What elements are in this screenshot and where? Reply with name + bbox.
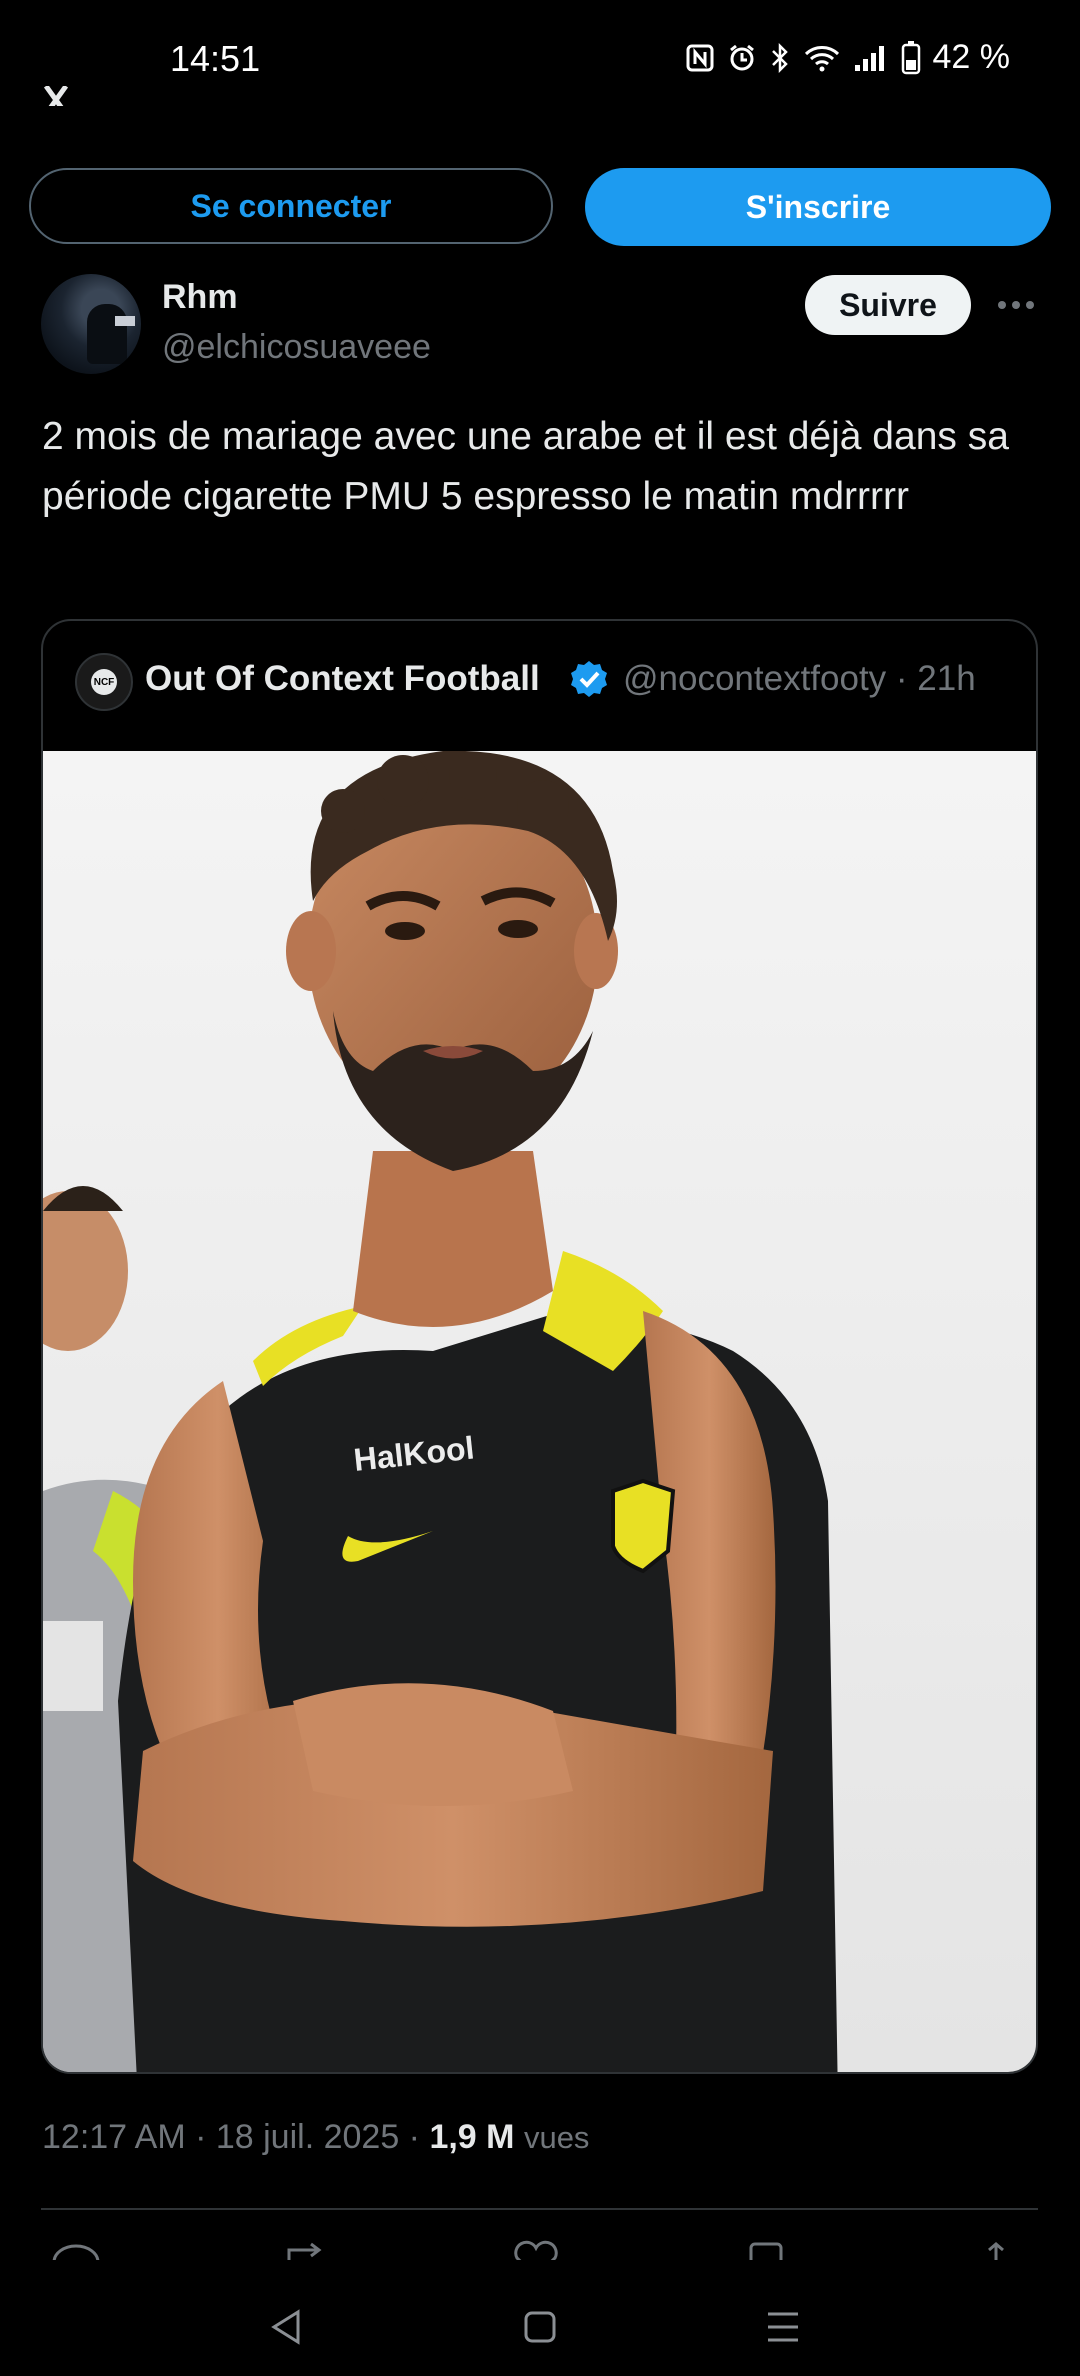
quoted-tweet-photo[interactable]: HalKool	[43, 751, 1036, 2072]
quoted-author-handle-time: @nocontextfooty · 21h	[623, 659, 976, 698]
home-nav-icon[interactable]	[515, 2302, 565, 2352]
signup-button[interactable]: S'inscrire	[585, 168, 1051, 246]
author-handle[interactable]: @elchicosuaveee	[162, 328, 431, 367]
recents-nav-icon[interactable]	[758, 2302, 808, 2352]
quoted-author-avatar[interactable]: NCF	[75, 653, 133, 711]
repost-icon[interactable]	[281, 2240, 331, 2260]
divider	[41, 2208, 1038, 2210]
reply-icon[interactable]	[51, 2240, 101, 2260]
views-count: 1,9 M	[429, 2118, 515, 2156]
x-logo-icon[interactable]	[42, 86, 102, 106]
verified-badge-icon	[571, 661, 607, 697]
share-icon[interactable]	[981, 2240, 1011, 2260]
quoted-avatar-logo: NCF	[91, 669, 117, 695]
wifi-icon	[804, 45, 839, 71]
login-button[interactable]: Se connecter	[29, 168, 553, 244]
nfc-icon	[686, 44, 713, 71]
status-icons: 42 %	[685, 38, 1011, 77]
more-options-icon[interactable]	[994, 290, 1038, 320]
signal-icon	[854, 45, 884, 71]
action-bar	[41, 2240, 1038, 2260]
battery-icon	[901, 40, 920, 74]
follow-button[interactable]: Suivre	[805, 275, 971, 335]
bluetooth-icon	[771, 42, 788, 73]
photo-illustration: HalKool	[43, 751, 838, 2072]
system-nav-bar	[0, 2280, 1080, 2376]
quoted-tweet-header: NCF Out Of Context Football @nocontextfo…	[43, 621, 1036, 751]
author-avatar[interactable]	[41, 274, 141, 374]
status-bar: 14:51 42 %	[0, 0, 1080, 120]
like-icon[interactable]	[511, 2240, 561, 2260]
battery-percentage: 42 %	[932, 38, 1011, 76]
views-label: vues	[523, 2120, 590, 2155]
author-name[interactable]: Rhm	[162, 278, 238, 317]
tweet-text: 2 mois de mariage avec une arabe et il e…	[42, 415, 1009, 518]
bookmark-icon[interactable]	[741, 2240, 791, 2260]
tweet-timestamp: 12:17 AM · 18 juil. 2025 · 1,9 M vues	[42, 2118, 589, 2157]
quoted-tweet[interactable]: NCF Out Of Context Football @nocontextfo…	[41, 619, 1038, 2074]
tweet-time-date: 12:17 AM · 18 juil. 2025 ·	[42, 2118, 430, 2156]
status-time: 14:51	[170, 38, 261, 79]
alarm-icon	[729, 44, 754, 70]
back-nav-icon[interactable]	[262, 2302, 312, 2352]
quoted-author-name[interactable]: Out Of Context Football	[145, 659, 540, 699]
